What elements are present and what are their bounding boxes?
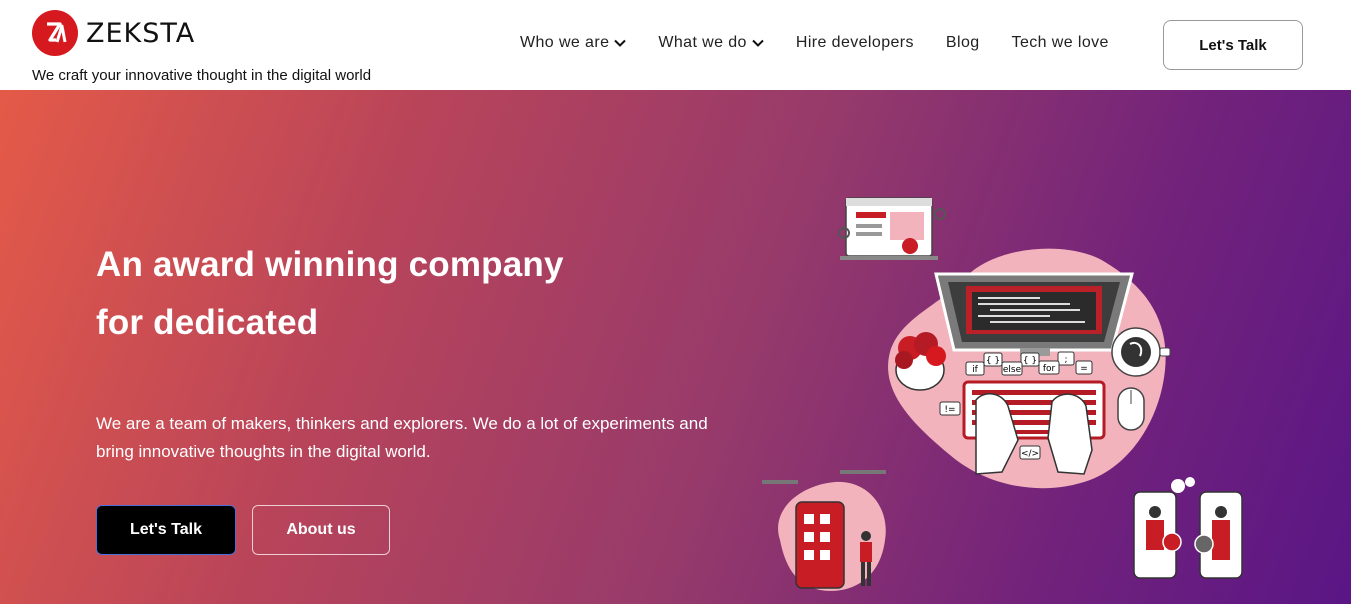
code-tag: != [944,405,955,415]
nav-item-label: Hire developers [795,34,914,51]
code-tag: for [1043,364,1056,374]
hero-illustration: if { } { } ; else for = != </> [762,197,1243,591]
hero-lets-talk-button[interactable]: Let's Talk [96,505,236,555]
header-lets-talk-button[interactable]: Let's Talk [1163,20,1303,70]
brand-name: ZEKSTA [86,17,196,49]
brand-logo[interactable]: ZEKSTA [32,10,195,56]
main-nav: Who we are What we do Hire developers Bl… [520,34,1141,52]
code-tag: = [1080,364,1088,374]
nav-item-label: What we do [658,34,747,51]
hero-title: An award winning company for dedicated [96,236,564,352]
code-tag: </> [1021,449,1039,459]
nav-item-label: Who we are [520,34,610,51]
nav-item-blog[interactable]: Blog [946,34,980,52]
code-tag: { } [1023,356,1037,366]
chevron-down-icon [614,39,627,47]
site-header: ZEKSTA We craft your innovative thought … [0,0,1351,90]
crypto-phones-icon [1133,477,1243,579]
dashboard-screen-icon [838,197,946,260]
code-tag: { } [986,356,1000,366]
laptop-icon [934,272,1134,356]
hero-title-line-1: An award winning company [96,245,564,284]
mouse-icon [1117,387,1145,431]
hero-title-line-2: for dedicated [96,303,319,342]
nav-item-what-we-do[interactable]: What we do [658,34,764,52]
nav-item-tech-we-love[interactable]: Tech we love [1012,34,1109,52]
nav-item-label: Blog [945,34,980,51]
hero-description: We are a team of makers, thinkers and ex… [96,414,708,461]
code-tag: ; [1064,355,1067,365]
logo-badge-icon [32,10,78,56]
chevron-down-icon [752,39,764,47]
nav-item-hire-developers[interactable]: Hire developers [796,34,914,52]
nav-item-label: Tech we love [1011,34,1109,51]
code-tag: if [972,365,979,375]
nav-item-who-we-are[interactable]: Who we are [520,34,627,52]
brand-tagline: We craft your innovative thought in the … [32,67,372,84]
code-tag: else [1003,365,1022,375]
mobile-app-icon [762,470,886,591]
hero-about-us-button[interactable]: About us [252,505,390,555]
